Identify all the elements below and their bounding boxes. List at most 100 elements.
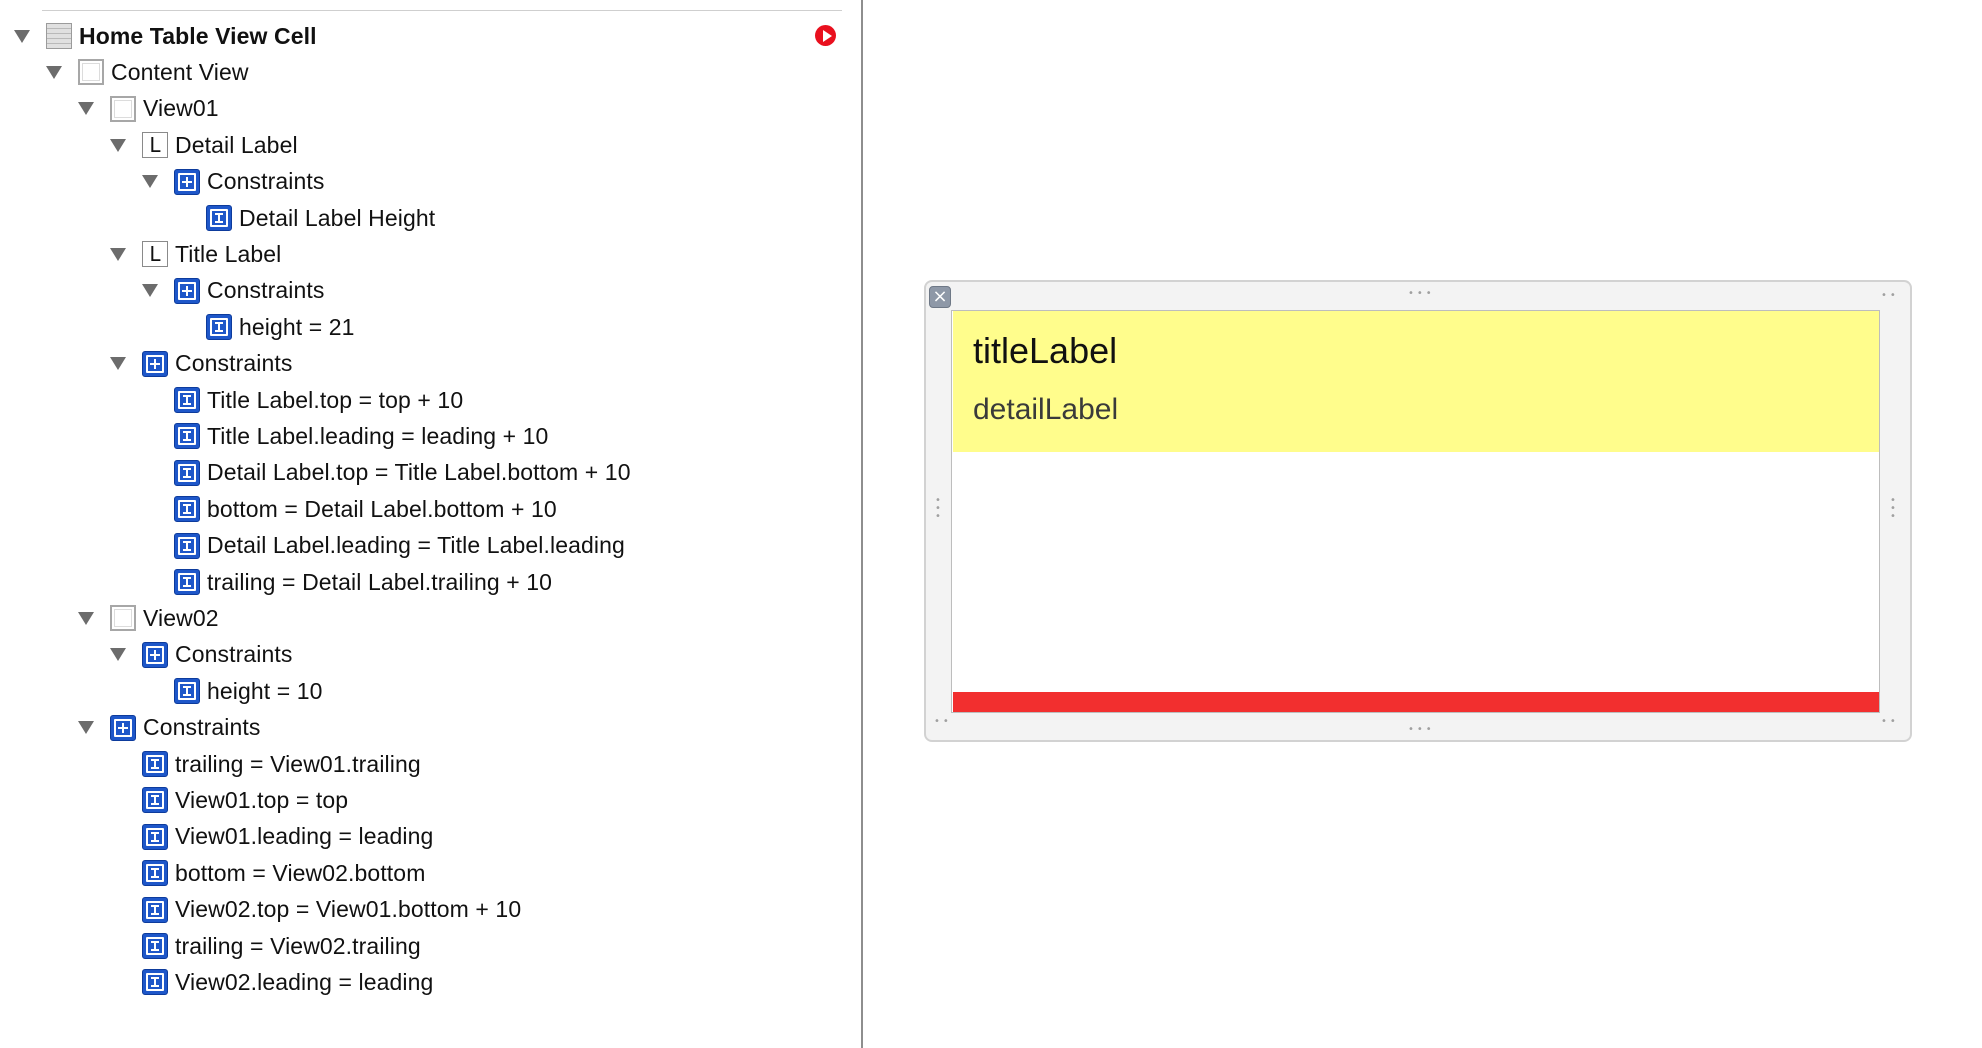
outline-row[interactable]: bottom = View02.bottom xyxy=(110,855,425,891)
outline-row-label: Detail Label.leading = Title Label.leadi… xyxy=(207,532,625,559)
disclosure-triangle-icon[interactable] xyxy=(110,357,142,371)
outline-row[interactable]: Detail Label Height xyxy=(174,200,435,236)
vertical-spacing-icon xyxy=(174,459,200,486)
top-constraint-icon xyxy=(142,787,168,814)
outline-row-label: Title Label.top = top + 10 xyxy=(207,386,464,413)
height-constraint-icon xyxy=(174,678,200,705)
outline-row[interactable]: trailing = View02.trailing xyxy=(110,928,421,964)
view-icon xyxy=(78,59,104,86)
outline-row-label: height = 10 xyxy=(207,677,323,704)
outline-row[interactable]: Title Label.leading = leading + 10 xyxy=(142,418,548,454)
corner-handle-top-right[interactable]: •• xyxy=(1881,290,1899,301)
outline-row[interactable]: Constraints xyxy=(78,710,260,746)
outline-row[interactable]: Constraints xyxy=(142,273,324,309)
outline-row[interactable]: L Title Label xyxy=(110,236,281,272)
resize-handle-left[interactable]: • • • xyxy=(935,496,941,522)
leading-constraint-icon xyxy=(142,823,168,850)
disclosure-triangle-icon[interactable] xyxy=(142,175,174,189)
warning-arrow-icon[interactable] xyxy=(815,25,836,46)
disclosure-triangle-icon[interactable] xyxy=(110,648,142,662)
corner-handle-bottom-left[interactable]: •• xyxy=(934,716,952,727)
document-outline: Home Table View Cell Content View View01 L D… xyxy=(0,0,861,1048)
view02[interactable] xyxy=(953,692,1879,712)
disclosure-triangle-icon[interactable] xyxy=(78,611,110,625)
disclosure-triangle-icon[interactable] xyxy=(110,138,142,152)
height-constraint-icon xyxy=(206,205,232,231)
outline-row[interactable]: View01 xyxy=(78,91,219,127)
outline-row-label: View02 xyxy=(143,604,219,631)
outline-row[interactable]: Detail Label.leading = Title Label.leadi… xyxy=(142,528,625,564)
outline-row-label: View02.leading = leading xyxy=(175,968,434,995)
trailing-constraint-icon xyxy=(142,933,168,959)
outline-row[interactable]: Constraints xyxy=(110,637,292,673)
constraints-icon xyxy=(142,641,168,668)
constraints-icon xyxy=(174,277,200,304)
detail-label[interactable]: detailLabel xyxy=(973,393,1118,427)
outline-row-label: Detail Label xyxy=(175,131,298,158)
outline-row[interactable]: L Detail Label xyxy=(110,127,298,163)
outline-row-label: Home Table View Cell xyxy=(79,22,317,49)
corner-handle-bottom-right[interactable]: •• xyxy=(1881,716,1899,727)
outline-divider xyxy=(42,10,842,11)
outline-row[interactable]: View01.leading = leading xyxy=(110,819,433,855)
view-icon xyxy=(110,95,136,122)
bottom-constraint-icon xyxy=(142,860,168,887)
outline-row[interactable]: View01.top = top xyxy=(110,782,348,818)
outline-row-label: View01.top = top xyxy=(175,786,349,813)
outline-row-label: Constraints xyxy=(175,641,293,668)
outline-row[interactable]: Title Label.top = top + 10 xyxy=(142,382,463,418)
outline-row-label: Detail Label Height xyxy=(239,204,436,231)
top-constraint-icon xyxy=(174,387,200,413)
table-cell-icon xyxy=(46,23,72,49)
view-icon xyxy=(110,605,136,632)
outline-row[interactable]: Home Table View Cell xyxy=(14,18,317,54)
outline-row[interactable]: View02 xyxy=(78,600,219,636)
disclosure-triangle-icon[interactable] xyxy=(14,29,46,43)
outline-row-label: Detail Label.top = Title Label.bottom + … xyxy=(207,459,631,486)
outline-row[interactable]: View02.top = View01.bottom + 10 xyxy=(110,892,521,928)
leading-constraint-icon xyxy=(174,423,200,450)
outline-row-label: trailing = View01.trailing xyxy=(175,750,421,777)
label-icon: L xyxy=(142,241,168,268)
outline-row-label: Constraints xyxy=(207,277,325,304)
disclosure-triangle-icon[interactable] xyxy=(110,247,142,261)
disclosure-triangle-icon[interactable] xyxy=(46,65,78,79)
outline-row-label: Constraints xyxy=(143,714,261,741)
outline-row-label: bottom = Detail Label.bottom + 10 xyxy=(207,495,557,522)
resize-handle-bottom[interactable]: ••• xyxy=(1408,724,1435,735)
outline-row[interactable]: height = 21 xyxy=(174,309,355,345)
disclosure-triangle-icon[interactable] xyxy=(142,284,174,298)
disclosure-triangle-icon[interactable] xyxy=(78,102,110,116)
outline-row[interactable]: Constraints xyxy=(110,346,292,382)
leading-constraint-icon xyxy=(142,969,168,996)
outline-row-label: Title Label xyxy=(175,240,282,267)
disclosure-triangle-icon[interactable] xyxy=(78,721,110,735)
outline-row[interactable]: height = 10 xyxy=(142,673,323,709)
outline-row[interactable]: trailing = Detail Label.trailing + 10 xyxy=(142,564,552,600)
label-icon: L xyxy=(142,132,168,159)
constraints-icon xyxy=(110,714,136,741)
outline-row-label: Title Label.leading = leading + 10 xyxy=(207,422,549,449)
outline-row-label: height = 21 xyxy=(239,313,355,340)
outline-row-label: Content View xyxy=(111,58,249,85)
outline-row-label: Constraints xyxy=(175,350,293,377)
outline-row[interactable]: Detail Label.top = Title Label.bottom + … xyxy=(142,455,631,491)
title-label[interactable]: titleLabel xyxy=(973,330,1117,372)
bottom-constraint-icon xyxy=(174,496,200,523)
outline-row[interactable]: Content View xyxy=(46,54,249,90)
trailing-constraint-icon xyxy=(142,751,168,777)
outline-row-label: trailing = View02.trailing xyxy=(175,932,421,959)
outline-row[interactable]: bottom = Detail Label.bottom + 10 xyxy=(142,491,557,527)
outline-row[interactable]: View02.leading = leading xyxy=(110,964,433,1000)
trailing-constraint-icon xyxy=(174,569,200,595)
outline-row-label: Constraints xyxy=(207,168,325,195)
outline-row[interactable]: Constraints xyxy=(142,164,324,200)
outline-row[interactable]: trailing = View01.trailing xyxy=(110,746,421,782)
constraints-icon xyxy=(142,350,168,377)
outline-row-label: View02.top = View01.bottom + 10 xyxy=(175,896,522,923)
outline-row-label: bottom = View02.bottom xyxy=(175,859,426,886)
resize-handle-right[interactable]: • • • xyxy=(1890,496,1896,522)
close-icon[interactable]: × xyxy=(929,286,951,308)
resize-handle-top[interactable]: ••• xyxy=(1408,288,1435,299)
constraints-icon xyxy=(174,168,200,195)
